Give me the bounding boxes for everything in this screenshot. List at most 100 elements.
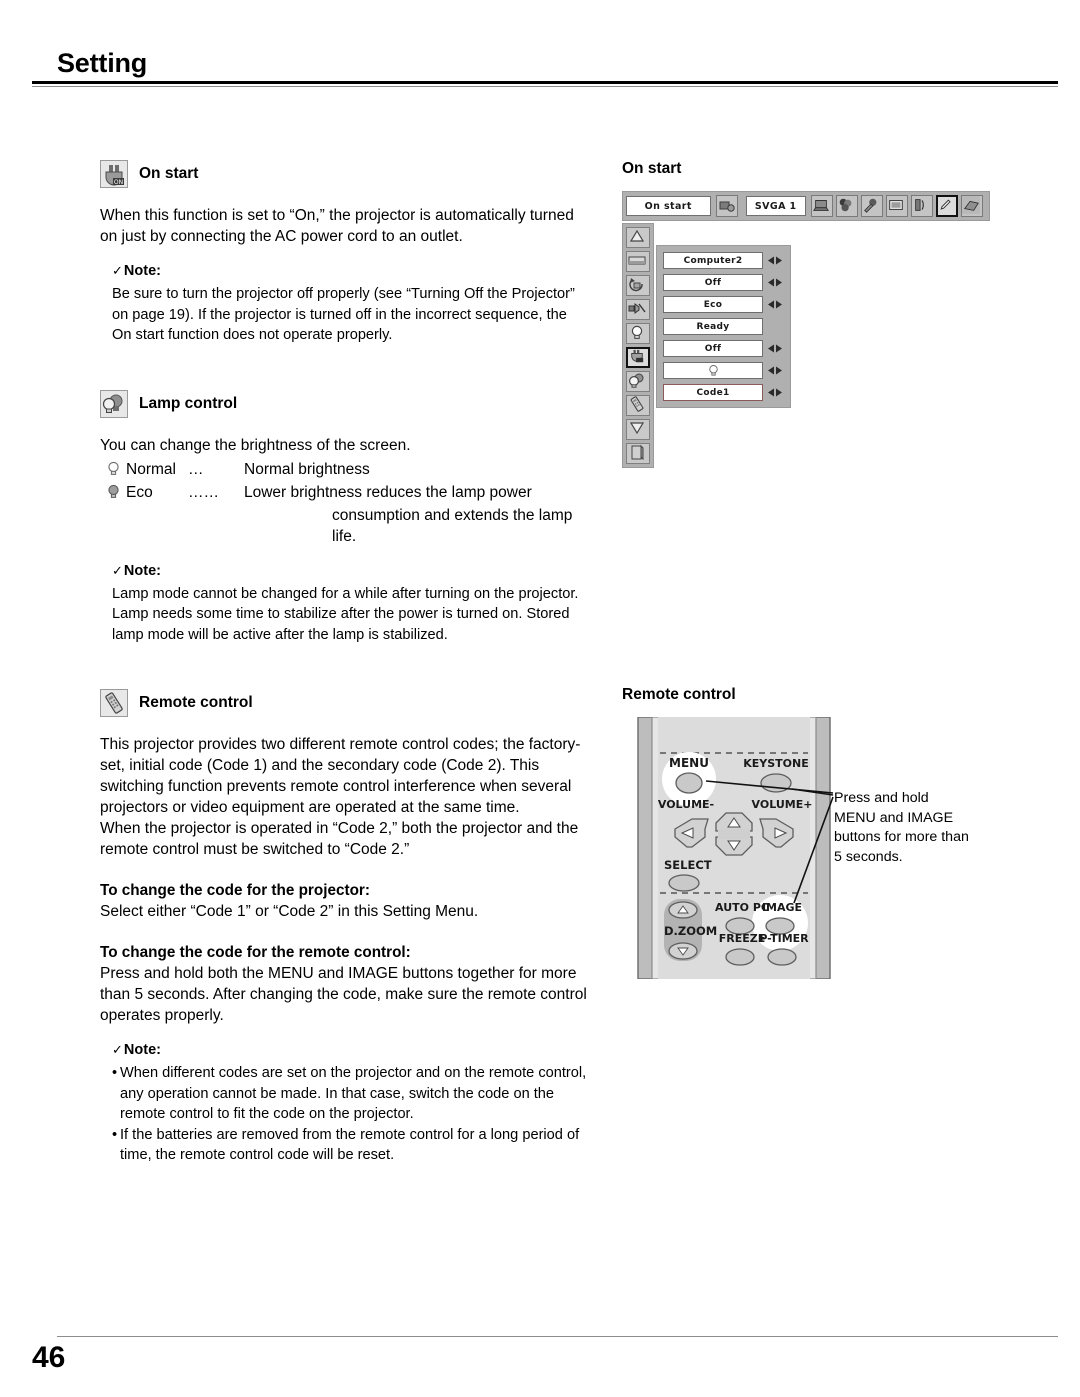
input-source-icon[interactable] [715, 195, 738, 217]
bulb-icon [708, 365, 718, 376]
bulb-eco-icon [100, 482, 126, 505]
right-figure-column: On start On start SVGA 1 Computer2 Off E… [622, 160, 1022, 982]
note-label: Note: [123, 1042, 161, 1058]
svg-text:FREEZE: FREEZE [719, 932, 766, 945]
projector-code-subheading: To change the code for the projector: [100, 882, 370, 899]
scroll-down-icon[interactable] [626, 419, 650, 440]
svg-text:AUTO PC: AUTO PC [715, 901, 769, 914]
quit-icon[interactable] [626, 443, 650, 464]
lamp-mode-eco-name: Eco [126, 483, 153, 501]
lamp-control-icon[interactable] [626, 371, 650, 392]
bullet-marker: • [112, 1065, 118, 1081]
lamp-control-icon [100, 389, 128, 418]
sound-icon[interactable] [911, 195, 933, 217]
remote-code-subheading: To change the code for the remote contro… [100, 944, 411, 961]
osd-menu-figure: On start SVGA 1 Computer2 Off Eco Ready … [622, 191, 990, 468]
remote-control-figure: MENU KEYSTONE VOLUME- VOLUME+ SELECT AUT… [622, 717, 1022, 982]
setting-pencil-icon[interactable] [936, 195, 958, 217]
on-start-section-heading: ON On start [100, 160, 590, 188]
note-check-icon: ✓ [112, 263, 123, 278]
osd-menu-title: On start [626, 196, 711, 216]
remote-illustration: MENU KEYSTONE VOLUME- VOLUME+ SELECT AUT… [636, 717, 834, 979]
note-check-icon: ✓ [112, 1042, 123, 1057]
left-content-column: ON On start When this function is set to… [100, 160, 590, 1166]
osd-row-input[interactable]: Computer2 [663, 251, 784, 270]
lamp-control-heading-label: Lamp control [139, 394, 238, 412]
on-start-note-heading: ✓Note: [112, 263, 590, 279]
osd-value-panel: Computer2 Off Eco Ready Off Code1 [656, 245, 791, 408]
note-label: Note: [123, 263, 161, 279]
scroll-up-icon[interactable] [626, 227, 650, 248]
left-right-arrows-icon[interactable] [763, 300, 784, 309]
osd-value[interactable]: Off [663, 340, 763, 357]
osd-value[interactable]: Code1 [663, 384, 763, 401]
osd-value[interactable]: Eco [663, 296, 763, 313]
on-start-icon[interactable] [626, 347, 650, 368]
page-title: Setting [57, 48, 148, 78]
lamp-mode-eco-desc: Lower brightness reduces the lamp power [244, 483, 532, 501]
osd-value-lamp[interactable] [663, 362, 763, 379]
list-item: • If the batteries are removed from the … [112, 1125, 590, 1166]
left-right-arrows-icon[interactable] [763, 344, 784, 353]
information-icon[interactable] [961, 195, 983, 217]
bullet-text: If the batteries are removed from the re… [120, 1126, 580, 1164]
osd-row-on-start[interactable]: Off [663, 339, 784, 358]
screen-icon[interactable] [626, 251, 650, 272]
page-number: 46 [32, 1341, 66, 1374]
sound-mute-icon[interactable] [626, 299, 650, 320]
lamp-icon[interactable] [626, 323, 650, 344]
osd-value[interactable]: Ready [663, 318, 763, 335]
bulb-bright-icon [100, 459, 126, 482]
note-label: Note: [123, 562, 161, 579]
on-start-note-body: Be sure to turn the projector off proper… [112, 286, 575, 343]
note-check-icon: ✓ [112, 562, 123, 578]
lamp-mode-eco-dots: …… [188, 483, 219, 501]
remote-control-heading-label: Remote control [139, 694, 253, 711]
svg-text:KEYSTONE: KEYSTONE [743, 757, 809, 770]
lamp-mode-normal-dots: … [188, 460, 204, 478]
lamp-control-note-heading: ✓Note: [112, 563, 590, 579]
remote-figure-heading: Remote control [622, 686, 736, 703]
osd-value[interactable]: Computer2 [663, 252, 763, 269]
svg-text:VOLUME-: VOLUME- [658, 798, 714, 811]
footer-rule [57, 1335, 1058, 1337]
lamp-mode-list: Normal … Normal brightness Eco …… Lower … [100, 459, 590, 547]
svg-text:D.ZOOM: D.ZOOM [664, 924, 717, 938]
lamp-mode-normal-desc: Normal brightness [244, 460, 370, 478]
bullet-marker: • [112, 1126, 118, 1143]
osd-value[interactable]: Off [663, 274, 763, 291]
left-right-arrows-icon[interactable] [763, 256, 784, 265]
lamp-mode-normal: Normal … Normal brightness [100, 459, 590, 482]
screen-size-icon[interactable] [886, 195, 908, 217]
osd-figure-heading: On start [622, 160, 682, 177]
bullet-text: When different codes are set on the proj… [120, 1065, 587, 1122]
left-right-arrows-icon[interactable] [763, 366, 784, 375]
on-start-body: When this function is set to “On,” the p… [100, 207, 574, 245]
osd-top-bar: On start SVGA 1 [622, 191, 990, 221]
svg-text:IMAGE: IMAGE [762, 901, 802, 914]
remote-callout-text: Press and hold MENU and IMAGE buttons fo… [834, 790, 969, 865]
osd-resolution-value: SVGA 1 [745, 196, 806, 216]
header-rule-thin [32, 86, 1058, 87]
osd-body: Computer2 Off Eco Ready Off Code1 [622, 223, 990, 468]
osd-row-power-management[interactable]: Eco [663, 295, 784, 314]
left-right-arrows-icon[interactable] [763, 278, 784, 287]
lamp-control-body: You can change the brightness of the scr… [100, 436, 411, 454]
ceiling-rear-icon[interactable] [626, 275, 650, 296]
computer-input-icon[interactable] [811, 195, 833, 217]
remote-control-icon[interactable] [626, 395, 650, 416]
svg-text:ON: ON [114, 179, 123, 186]
osd-row-remote-control[interactable]: Code1 [663, 383, 784, 402]
color-adjust-icon[interactable] [836, 195, 858, 217]
osd-row-ready[interactable]: Ready [663, 317, 784, 336]
svg-text:SELECT: SELECT [664, 858, 712, 872]
projector-code-body: Select either “Code 1” or “Code 2” in th… [100, 903, 479, 920]
osd-row-lamp-control[interactable] [663, 361, 784, 380]
left-right-arrows-icon[interactable] [763, 388, 784, 397]
image-adjust-icon[interactable] [861, 195, 883, 217]
osd-row-standby[interactable]: Off [663, 273, 784, 292]
osd-sidebar [622, 223, 654, 468]
lamp-mode-eco: Eco …… Lower brightness reduces the lamp… [100, 482, 590, 505]
on-start-heading-label: On start [139, 165, 199, 182]
remote-control-note-heading: ✓Note: [112, 1042, 590, 1058]
